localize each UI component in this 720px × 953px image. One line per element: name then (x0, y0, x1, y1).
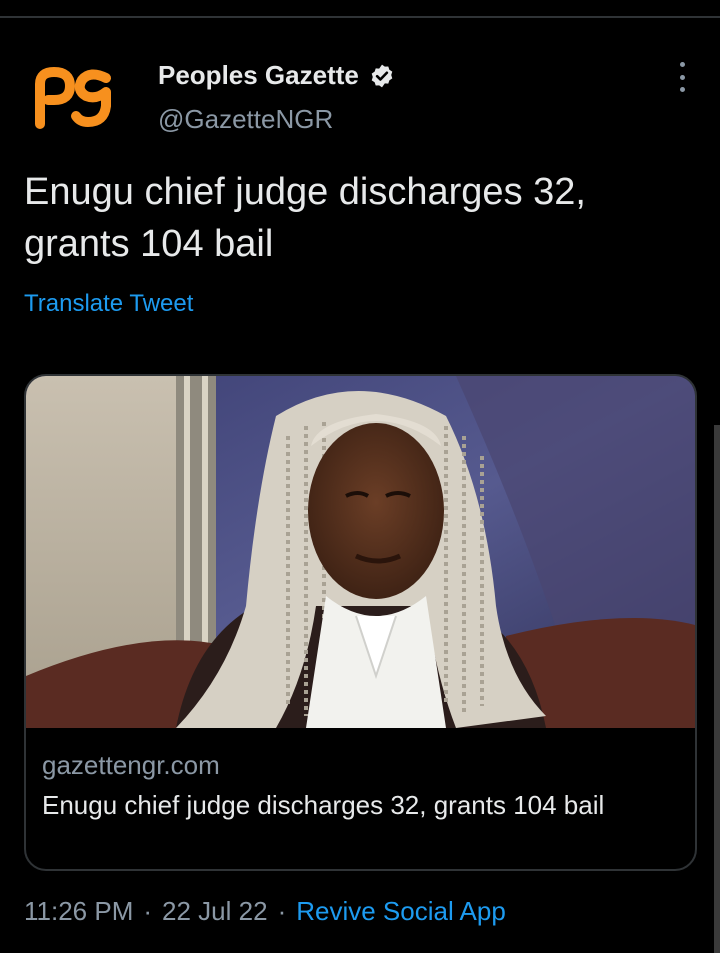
meta-separator: · (143, 896, 153, 926)
card-image (26, 376, 695, 728)
tweet-source-link[interactable]: Revive Social App (296, 896, 506, 927)
tweet-time[interactable]: 11:26 PM (24, 896, 133, 927)
card-body: gazettengr.com Enugu chief judge dischar… (26, 728, 695, 869)
meta-separator: · (277, 896, 287, 926)
more-dot (679, 62, 685, 67)
verified-badge-icon (371, 64, 393, 87)
more-vertical-icon[interactable] (676, 62, 688, 92)
card-title: Enugu chief judge discharges 32, grants … (42, 790, 605, 820)
more-dot (679, 87, 685, 92)
translate-tweet-link[interactable]: Translate Tweet (24, 290, 193, 318)
link-card[interactable]: gazettengr.com Enugu chief judge dischar… (24, 374, 697, 871)
top-divider (0, 16, 720, 18)
tweet-text: Enugu chief judge discharges 32, grants … (24, 171, 586, 265)
author-name-text: Peoples Gazette (158, 60, 359, 90)
peoples-gazette-logo-icon (35, 67, 111, 129)
tweet-meta: 11:26 PM · 22 Jul 22 · Revive Social App (24, 896, 506, 927)
card-domain: gazettengr.com (42, 750, 220, 780)
scrollbar[interactable] (714, 425, 720, 953)
more-dot (679, 74, 685, 80)
tweet-date[interactable]: 22 Jul 22 (162, 896, 268, 927)
tweet-header: Peoples Gazette @GazetteNGR (24, 52, 696, 142)
avatar[interactable] (32, 66, 116, 130)
author-name[interactable]: Peoples Gazette (158, 60, 395, 91)
author-handle[interactable]: @GazetteNGR (158, 104, 333, 135)
